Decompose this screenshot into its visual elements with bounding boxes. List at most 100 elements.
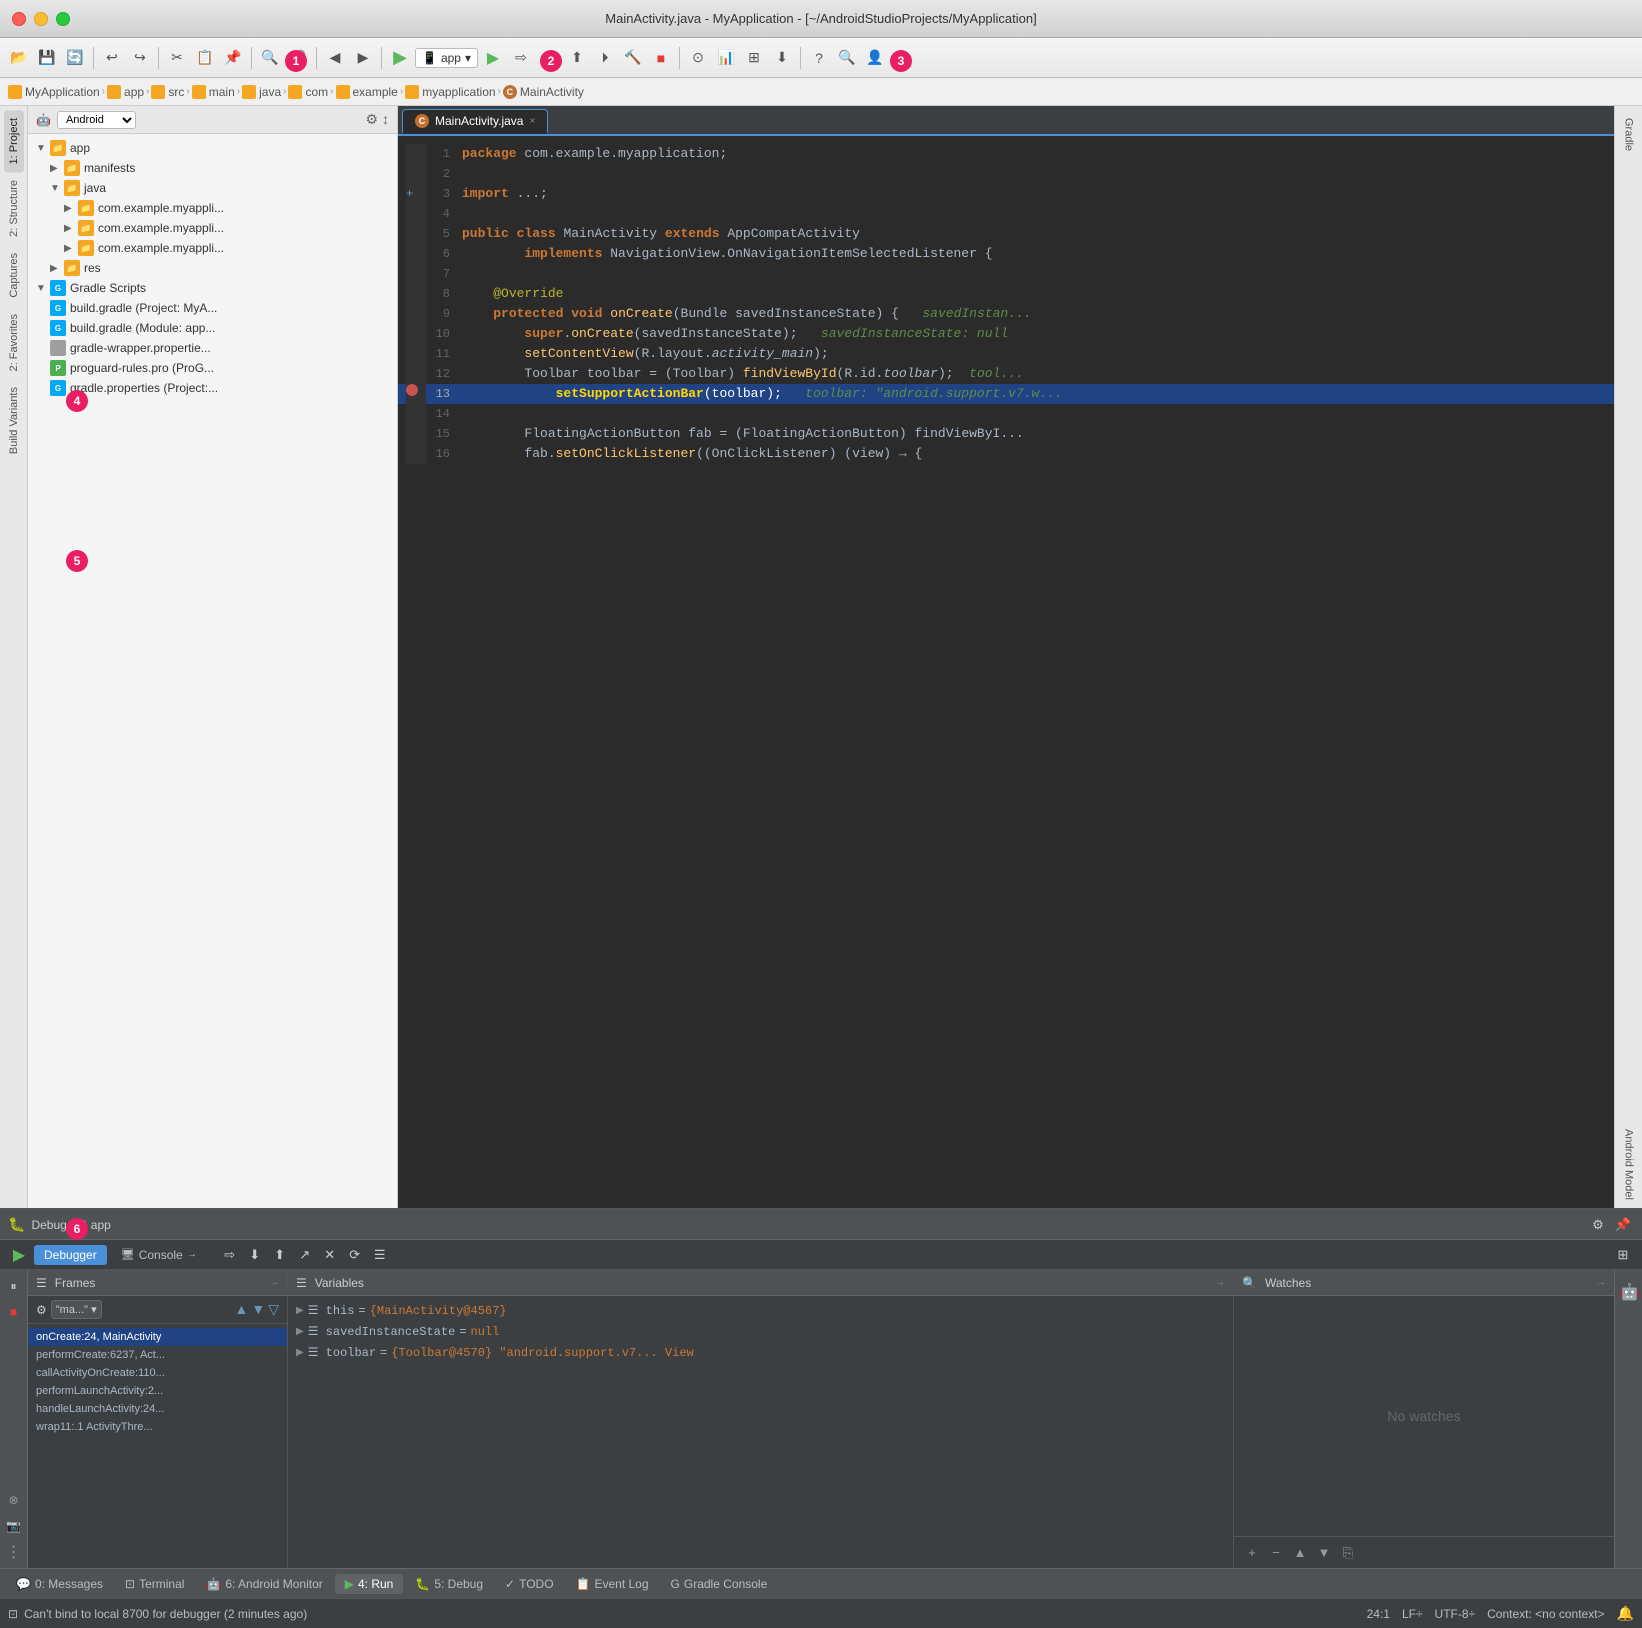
tab-debug[interactable]: 🐛 5: Debug bbox=[405, 1574, 493, 1594]
breakpoint-indicator[interactable] bbox=[406, 384, 418, 396]
frame-item-wrap11[interactable]: wrap11:.1 ActivityThre... bbox=[28, 1418, 287, 1436]
breadcrumb-myapplication2[interactable]: myapplication bbox=[405, 85, 495, 99]
breadcrumb-app[interactable]: app bbox=[107, 85, 144, 99]
app-dropdown[interactable]: 📱 app ▾ bbox=[415, 48, 478, 68]
copy-button[interactable]: 📋 bbox=[192, 45, 218, 71]
debugger-tab[interactable]: Debugger bbox=[34, 1245, 107, 1265]
tree-item-proguard[interactable]: P proguard-rules.pro (ProG... bbox=[28, 358, 397, 378]
sidebar-item-project[interactable]: 1: Project bbox=[4, 110, 24, 172]
evaluate-button[interactable]: ✕ bbox=[319, 1244, 341, 1266]
sidebar-item-build-variants[interactable]: Build Variants bbox=[4, 379, 24, 462]
download-button[interactable]: ⬇ bbox=[769, 45, 795, 71]
sync-button[interactable]: 🔄 bbox=[62, 45, 88, 71]
frame-item-performlaunch[interactable]: performLaunchActivity:2... bbox=[28, 1382, 287, 1400]
find-replace-button[interactable]: 🔎 bbox=[285, 45, 311, 71]
remove-watch-button[interactable]: − bbox=[1266, 1543, 1286, 1563]
redo-button[interactable]: ↪ bbox=[127, 45, 153, 71]
status-line-ending[interactable]: LF÷ bbox=[1402, 1607, 1423, 1621]
open-folder-button[interactable]: 📂 bbox=[6, 45, 32, 71]
help-button[interactable]: ? bbox=[806, 45, 832, 71]
frame-item-performcreate[interactable]: performCreate:6237, Act... bbox=[28, 1346, 287, 1364]
paste-button[interactable]: 📌 bbox=[220, 45, 246, 71]
undo-button[interactable]: ↩ bbox=[99, 45, 125, 71]
pause-button[interactable]: ⏸ bbox=[4, 1276, 24, 1296]
code-editor[interactable]: 1 package com.example.myapplication; 2 +… bbox=[398, 136, 1614, 1208]
debug-run-button[interactable]: ▶ bbox=[387, 45, 413, 71]
tree-item-gradle-properties[interactable]: G gradle.properties (Project:... bbox=[28, 378, 397, 398]
run-button[interactable]: ▶ bbox=[480, 45, 506, 71]
get-thread-dump-button[interactable]: 📷 bbox=[4, 1516, 24, 1536]
settings-button[interactable]: ⚙ bbox=[365, 111, 378, 128]
minimize-button[interactable] bbox=[34, 12, 48, 26]
tab-run[interactable]: ▶ 4: Run bbox=[335, 1574, 404, 1594]
copy-watch-button[interactable]: ⎘ bbox=[1338, 1543, 1358, 1563]
frame-item-handlelaunch[interactable]: handleLaunchActivity:24... bbox=[28, 1400, 287, 1418]
resume-debug-button[interactable]: ▶ bbox=[8, 1244, 30, 1266]
sort-button[interactable]: ↕ bbox=[382, 111, 389, 128]
project-view-dropdown[interactable]: Android Project Packages bbox=[57, 111, 136, 129]
expand-import-icon[interactable]: + bbox=[406, 187, 413, 201]
restore-layout-button[interactable]: ⊞ bbox=[1612, 1244, 1634, 1266]
pin-button[interactable]: 📌 bbox=[1612, 1214, 1634, 1236]
back-button[interactable]: ◀ bbox=[322, 45, 348, 71]
tree-item-build-gradle-module[interactable]: G build.gradle (Module: app... bbox=[28, 318, 397, 338]
breadcrumb-com[interactable]: com bbox=[288, 85, 328, 99]
user-button[interactable]: 👤 bbox=[862, 45, 888, 71]
tree-item-com2[interactable]: ▶ 📁 com.example.myappli... bbox=[28, 218, 397, 238]
sidebar-item-favorites[interactable]: 2: Favorites bbox=[4, 306, 24, 379]
tab-messages[interactable]: 💬 0: Messages bbox=[6, 1574, 113, 1594]
tab-close-button[interactable]: × bbox=[529, 116, 535, 127]
filter-button[interactable]: ▽ bbox=[268, 1301, 279, 1318]
add-watch-button[interactable]: + bbox=[1242, 1543, 1262, 1563]
toggle-breakpoints-button[interactable]: ☰ bbox=[369, 1244, 391, 1266]
expand-var-icon[interactable]: ▶ bbox=[296, 1347, 304, 1359]
frame-down-button[interactable]: ▼ bbox=[251, 1301, 265, 1318]
breadcrumb-example[interactable]: example bbox=[336, 85, 398, 99]
tree-item-com1[interactable]: ▶ 📁 com.example.myappli... bbox=[28, 198, 397, 218]
tab-mainactivity[interactable]: C MainActivity.java × bbox=[402, 109, 548, 134]
step-into-debug-button[interactable]: ⬇ bbox=[244, 1244, 266, 1266]
tree-item-app[interactable]: ▼ 📁 app bbox=[28, 138, 397, 158]
run-to-cursor-button[interactable]: ↗ bbox=[294, 1244, 316, 1266]
close-button[interactable] bbox=[12, 12, 26, 26]
step-out-button[interactable]: ⬆ bbox=[564, 45, 590, 71]
sidebar-item-captures[interactable]: Captures bbox=[4, 245, 24, 306]
tab-event-log[interactable]: 📋 Event Log bbox=[566, 1574, 659, 1594]
profile-button[interactable]: 📊 bbox=[713, 45, 739, 71]
tab-todo[interactable]: ✓ TODO bbox=[495, 1574, 564, 1594]
status-encoding[interactable]: UTF-8÷ bbox=[1435, 1607, 1476, 1621]
frame-item-callactivity[interactable]: callActivityOnCreate:110... bbox=[28, 1364, 287, 1382]
search-toolbar-button[interactable]: 🔍 bbox=[834, 45, 860, 71]
breadcrumb-java[interactable]: java bbox=[242, 85, 281, 99]
find-button[interactable]: 🔍 bbox=[257, 45, 283, 71]
step-into-button[interactable]: ⬇ bbox=[536, 45, 562, 71]
tab-gradle-console[interactable]: G Gradle Console bbox=[661, 1574, 778, 1594]
cut-button[interactable]: ✂ bbox=[164, 45, 190, 71]
sidebar-item-gradle[interactable]: Gradle bbox=[1619, 110, 1639, 159]
tree-item-gradle-wrapper[interactable]: gradle-wrapper.propertie... bbox=[28, 338, 397, 358]
status-position[interactable]: 24:1 bbox=[1367, 1607, 1390, 1621]
mute-breakpoints-button[interactable]: ⊗ bbox=[4, 1490, 24, 1510]
tree-item-manifests[interactable]: ▶ 📁 manifests bbox=[28, 158, 397, 178]
settings2-button[interactable]: ⋮ bbox=[4, 1542, 24, 1562]
step-out-debug-button[interactable]: ⬆ bbox=[269, 1244, 291, 1266]
stop-button[interactable]: ■ bbox=[648, 45, 674, 71]
sidebar-item-structure[interactable]: 2: Structure bbox=[4, 172, 24, 245]
move-down-watch-button[interactable]: ▼ bbox=[1314, 1543, 1334, 1563]
coverage-button[interactable]: ⊙ bbox=[685, 45, 711, 71]
traffic-lights[interactable] bbox=[12, 12, 70, 26]
step-over-debug-button[interactable]: ⇨ bbox=[219, 1244, 241, 1266]
move-up-watch-button[interactable]: ▲ bbox=[1290, 1543, 1310, 1563]
tree-item-build-gradle-project[interactable]: G build.gradle (Project: MyA... bbox=[28, 298, 397, 318]
expand-var-icon[interactable]: ▶ bbox=[296, 1305, 304, 1317]
tree-item-com3[interactable]: ▶ 📁 com.example.myappli... bbox=[28, 238, 397, 258]
sidebar-item-android-model[interactable]: Android Model bbox=[1619, 1121, 1639, 1208]
stop-debug-button[interactable]: ■ bbox=[4, 1302, 24, 1322]
settings-debug-button[interactable]: ⚙ bbox=[1587, 1214, 1609, 1236]
breadcrumb-main[interactable]: main bbox=[192, 85, 235, 99]
breadcrumb-myapplication[interactable]: MyApplication bbox=[8, 85, 100, 99]
show-execution-point-button[interactable]: ⟳ bbox=[344, 1244, 366, 1266]
tree-item-res[interactable]: ▶ 📁 res bbox=[28, 258, 397, 278]
tree-item-java[interactable]: ▼ 📁 java bbox=[28, 178, 397, 198]
tree-item-gradle-scripts[interactable]: ▼ G Gradle Scripts bbox=[28, 278, 397, 298]
